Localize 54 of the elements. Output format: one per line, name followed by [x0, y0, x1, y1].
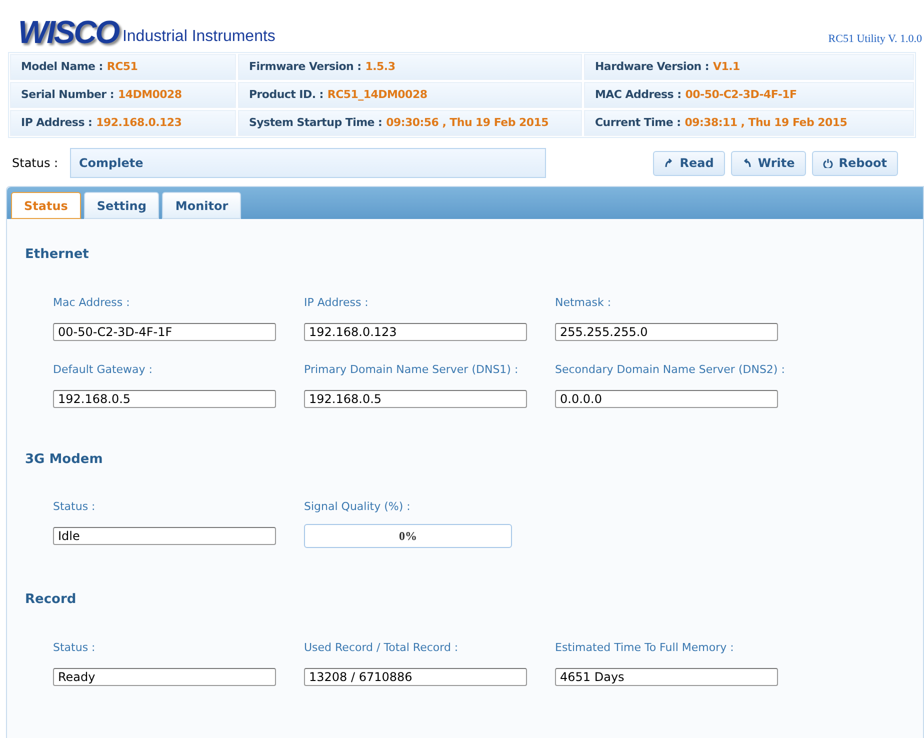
- field-label: Used Record / Total Record :: [304, 640, 460, 654]
- action-button[interactable]: Reboot: [812, 150, 898, 176]
- field-label: Mac Address :: [53, 294, 131, 308]
- info-value: 192.168.0.123: [96, 114, 182, 131]
- action-button[interactable]: Read: [652, 150, 725, 176]
- field-label: Status :: [53, 640, 96, 654]
- progress-reading: 0%: [398, 528, 418, 545]
- info-label: IP Address :: [21, 114, 92, 131]
- info-value: 09:38:11 , Thu 19 Feb 2015: [684, 114, 848, 131]
- field-label: Primary Domain Name Server (DNS1) :: [304, 362, 520, 376]
- input-field[interactable]: 192.168.0.5: [304, 390, 527, 408]
- section-title: Record: [25, 591, 78, 609]
- input-field[interactable]: 4651 Days: [555, 668, 778, 686]
- field-label: IP Address :: [304, 294, 370, 308]
- input-field[interactable]: 192.168.0.123: [304, 322, 527, 340]
- info-value: 1.5.3: [365, 58, 396, 75]
- field-label: Secondary Domain Name Server (DNS2) :: [555, 362, 786, 376]
- input-field[interactable]: 192.168.0.5: [53, 390, 276, 408]
- action-button[interactable]: Write: [730, 150, 806, 176]
- status-field: Complete: [70, 148, 546, 178]
- info-label: Hardware Version :: [595, 58, 710, 75]
- input-field[interactable]: Ready: [53, 668, 276, 686]
- input-field[interactable]: 13208 / 6710886: [304, 668, 527, 686]
- info-value: RC51_14DM0028: [327, 86, 428, 103]
- power-icon: [822, 158, 833, 168]
- info-value: 14DM0028: [118, 86, 182, 103]
- input-field[interactable]: Idle: [53, 527, 276, 545]
- info-label: MAC Address :: [595, 86, 682, 103]
- info-value: 09:30:56 , Thu 19 Feb 2015: [386, 114, 549, 131]
- status-label: Status :: [12, 155, 60, 172]
- info-label: Current Time :: [595, 114, 681, 131]
- info-value: V1.1: [713, 58, 740, 75]
- info-value: RC51: [106, 58, 138, 75]
- section-title: 3G Modem: [25, 450, 104, 468]
- info-label: Model Name :: [21, 58, 103, 75]
- field-label: Status :: [53, 499, 96, 513]
- field-label: Netmask :: [555, 294, 612, 308]
- info-label: Product ID. :: [249, 86, 324, 103]
- logo: WISCO: [18, 16, 118, 48]
- info-label: Serial Number :: [21, 86, 114, 103]
- version-text: RC51 Utility V. 1.0.0: [828, 32, 922, 46]
- logo-tagline: Industrial Instruments: [122, 29, 276, 47]
- input-field[interactable]: 0.0.0.0: [555, 390, 778, 408]
- field-label: Estimated Time To Full Memory :: [555, 640, 735, 654]
- info-value: 00-50-C2-3D-4F-1F: [685, 86, 797, 103]
- info-label: Firmware Version :: [249, 58, 362, 75]
- info-label: System Startup Time :: [249, 114, 382, 131]
- input-field[interactable]: 255.255.255.0: [555, 322, 778, 340]
- field-label: Default Gateway :: [53, 362, 154, 376]
- section-title: Ethernet: [25, 246, 90, 264]
- field-label: Signal Quality (%) :: [304, 499, 412, 513]
- tab[interactable]: Setting: [84, 192, 160, 219]
- tab[interactable]: Monitor: [162, 192, 242, 219]
- input-field[interactable]: 00-50-C2-3D-4F-1F: [53, 322, 276, 340]
